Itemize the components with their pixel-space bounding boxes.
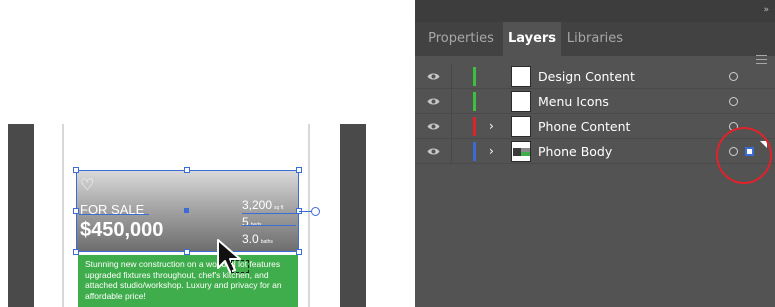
text-baseline	[79, 214, 149, 215]
tab-properties[interactable]: Properties	[419, 22, 503, 56]
resize-handle-tr[interactable]	[296, 167, 302, 173]
expand-chevron-icon[interactable]: ›	[489, 118, 494, 134]
column-divider	[451, 139, 452, 164]
resize-handle-tc[interactable]	[184, 167, 190, 173]
layer-color-indicator	[473, 117, 476, 136]
layer-thumbnail	[511, 116, 531, 137]
visibility-eye-icon[interactable]	[427, 147, 440, 156]
highlight-circle	[716, 127, 772, 184]
layer-name[interactable]: Phone Content	[538, 114, 630, 139]
resize-handle-bl[interactable]	[73, 249, 79, 255]
layer-target-icon[interactable]	[729, 72, 738, 81]
tab-layers[interactable]: Layers	[503, 22, 561, 56]
drag-proxy-box	[231, 260, 249, 273]
layer-row-menu-icons[interactable]: Menu Icons	[415, 89, 775, 114]
panel-header-strip: »	[415, 0, 775, 22]
layer-name[interactable]: Menu Icons	[538, 89, 609, 114]
description-block[interactable]: Stunning new construction on a wooded lo…	[78, 255, 298, 307]
layer-name[interactable]: Phone Body	[538, 139, 612, 164]
expand-chevron-icon[interactable]: ›	[489, 143, 494, 159]
guide-right	[308, 124, 310, 307]
resize-handle-bc[interactable]	[184, 249, 190, 255]
rotate-connector	[299, 211, 311, 212]
layer-target-icon[interactable]	[729, 97, 738, 106]
panel-tabbar: Properties Layers Libraries	[415, 22, 775, 64]
layer-color-indicator	[473, 67, 476, 86]
layer-color-indicator	[473, 142, 476, 161]
layer-row-design-content[interactable]: Design Content	[415, 64, 775, 89]
text-baseline	[242, 213, 296, 214]
collapse-panel-icon[interactable]: »	[763, 4, 769, 16]
visibility-eye-icon[interactable]	[427, 72, 440, 81]
layer-thumbnail	[511, 91, 531, 112]
layer-thumbnail	[511, 66, 531, 87]
column-divider	[451, 89, 452, 114]
layer-name[interactable]: Design Content	[538, 64, 635, 89]
tab-libraries[interactable]: Libraries	[561, 22, 629, 56]
resize-handle-br[interactable]	[296, 249, 302, 255]
column-divider	[451, 64, 452, 89]
layer-color-indicator	[473, 92, 476, 111]
column-divider	[451, 114, 452, 139]
layer-thumbnail	[511, 141, 531, 162]
layer-row-phone-content[interactable]: › Phone Content	[415, 114, 775, 139]
guide-left	[62, 124, 64, 307]
text-baseline	[242, 225, 296, 226]
rotate-handle[interactable]	[311, 207, 320, 216]
resize-handle-tl[interactable]	[73, 167, 79, 173]
center-point	[184, 208, 189, 213]
visibility-eye-icon[interactable]	[427, 97, 440, 106]
visibility-eye-icon[interactable]	[427, 122, 440, 131]
